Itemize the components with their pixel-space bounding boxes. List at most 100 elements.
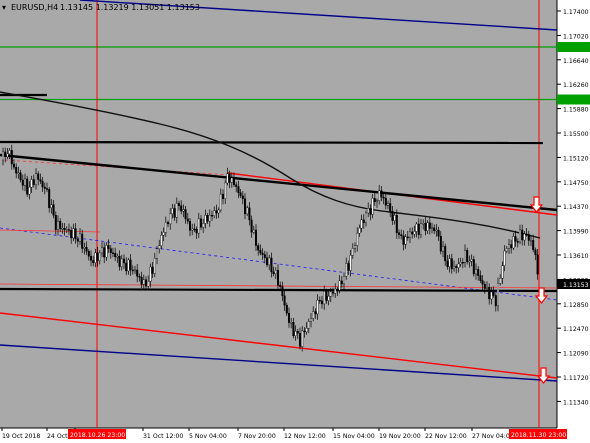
candle-body xyxy=(505,248,508,252)
candle-body xyxy=(358,227,361,234)
time-tick-label: 31 Oct 12:00 xyxy=(143,433,183,440)
candle-body xyxy=(217,209,220,214)
candle-body xyxy=(472,259,475,275)
candle-body xyxy=(274,270,277,275)
candle-body xyxy=(85,246,88,252)
candle-body xyxy=(248,207,251,221)
candle-body xyxy=(215,210,218,214)
candle-body xyxy=(514,236,517,242)
candle-body xyxy=(105,245,108,258)
candle-body xyxy=(321,300,324,305)
candle-body xyxy=(24,178,27,186)
price-tick-label: 1.15120 xyxy=(563,155,589,162)
candle-body xyxy=(193,228,196,231)
price-tick-label: 1.14370 xyxy=(563,204,589,211)
candle-body xyxy=(283,295,286,306)
candle-body xyxy=(525,233,528,236)
candle-body xyxy=(483,283,486,289)
time-tick-label: 5 Nov 04:00 xyxy=(189,433,227,440)
candle-body xyxy=(494,295,497,307)
candle-body xyxy=(114,253,117,258)
candle-body xyxy=(360,219,363,229)
candle-body xyxy=(83,246,86,249)
candle-body xyxy=(153,258,156,274)
candle-body xyxy=(380,190,383,198)
candle-body xyxy=(43,186,46,189)
candle-body xyxy=(188,221,191,231)
candle-body xyxy=(243,198,246,215)
candle-body xyxy=(46,188,49,190)
candle-body xyxy=(338,280,341,291)
candle-body xyxy=(307,321,310,329)
candle-body xyxy=(530,240,533,242)
candle-body xyxy=(208,214,211,222)
candle-body xyxy=(428,222,431,229)
candle-body xyxy=(92,260,95,263)
candle-body xyxy=(362,219,365,223)
candle-body xyxy=(81,233,84,249)
candle-body xyxy=(501,265,504,279)
candle-body xyxy=(177,203,180,206)
candle-body xyxy=(398,232,401,235)
candle-body xyxy=(527,234,530,241)
candle-body xyxy=(213,210,216,216)
candle-body xyxy=(354,245,357,249)
candle-body xyxy=(199,218,202,228)
candle-body xyxy=(464,250,467,263)
candle-body xyxy=(365,212,368,223)
time-tag-label: 2018.11.30 23:00 xyxy=(511,432,566,439)
candle-body xyxy=(266,257,269,266)
candle-body xyxy=(61,228,64,230)
candle-body xyxy=(246,207,249,215)
price-tick-label: 1.11720 xyxy=(563,375,589,382)
time-tag-label: 2018.10.26 23:00 xyxy=(70,432,125,439)
candle-body xyxy=(437,229,440,237)
candle-body xyxy=(76,238,79,242)
candle-body xyxy=(94,252,97,263)
price-tick-label: 1.12090 xyxy=(563,351,589,358)
candle-body xyxy=(232,177,235,185)
candle-body xyxy=(413,231,416,235)
price-tick-label: 1.12470 xyxy=(563,326,589,333)
candle-body xyxy=(448,258,451,267)
candle-body xyxy=(455,266,458,268)
price-chart[interactable]: 1.17400 1.17020 1.16640 1.16260 1.15880 1.155… xyxy=(0,0,590,443)
candle-body xyxy=(4,151,7,157)
candle-body xyxy=(129,259,132,271)
plot-area[interactable] xyxy=(0,0,557,428)
candle-body xyxy=(140,277,143,285)
candle-body xyxy=(516,241,519,243)
candle-body xyxy=(224,182,227,199)
candle-body xyxy=(87,251,90,257)
candle-body xyxy=(395,215,398,233)
price-tick-label: 1.15880 xyxy=(563,107,589,114)
candle-body xyxy=(204,215,207,224)
candle-body xyxy=(431,227,434,230)
candle-body xyxy=(532,240,535,251)
candle-body xyxy=(387,203,390,206)
candle-body xyxy=(426,222,429,231)
candle-body xyxy=(125,262,128,272)
candle-body xyxy=(162,232,165,236)
candle-body xyxy=(111,252,114,254)
candle-body xyxy=(17,172,20,175)
candle-body xyxy=(118,255,121,267)
candle-body xyxy=(420,223,423,235)
candle-body xyxy=(367,208,370,214)
price-tag-label: 1.16825 xyxy=(563,45,589,52)
candle-body xyxy=(120,258,123,267)
candle-body xyxy=(314,311,317,315)
candle-body xyxy=(285,304,288,314)
candle-body xyxy=(488,286,491,300)
candle-body xyxy=(503,250,506,266)
candle-body xyxy=(442,246,445,252)
chart-menu-icon[interactable]: ▾ xyxy=(2,3,6,12)
candle-body xyxy=(28,186,31,195)
time-tick-label: 19 Oct 2018 xyxy=(2,433,40,440)
candle-body xyxy=(54,215,57,230)
candle-body xyxy=(221,193,224,199)
price-tick-label: 1.12850 xyxy=(563,302,589,309)
candle-body xyxy=(373,198,376,203)
candle-body xyxy=(499,278,502,284)
black-resistance-level[interactable] xyxy=(0,140,544,145)
